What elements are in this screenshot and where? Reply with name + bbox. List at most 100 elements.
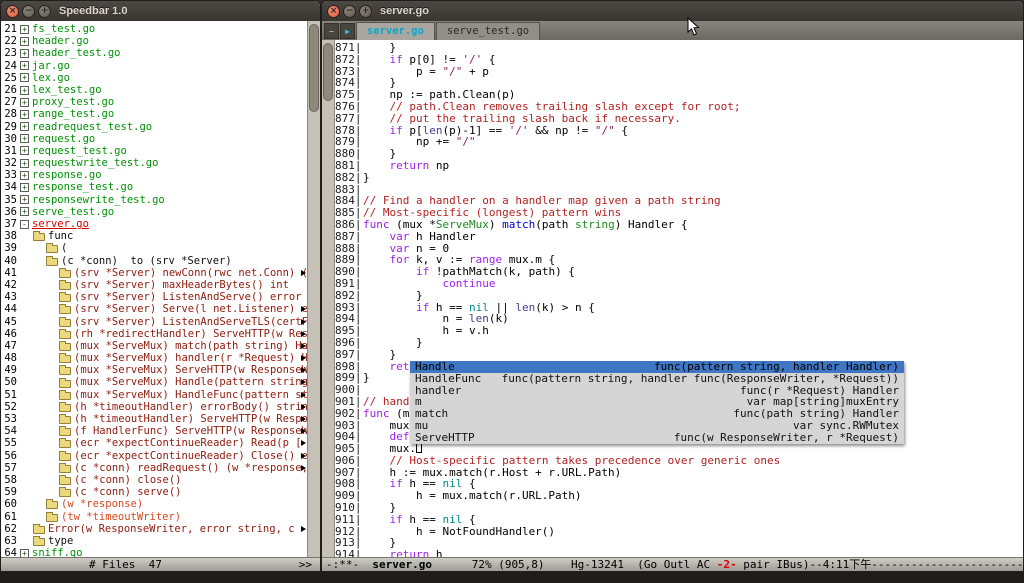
speedbar-item-c-conn-serve[interactable]: 59(c *conn) serve() <box>1 486 307 498</box>
folder-icon[interactable] <box>59 380 71 388</box>
autocomplete-item-mu[interactable]: muvar sync.RWMutex <box>410 420 904 432</box>
item-label[interactable]: (c *conn) to (srv *Server) <box>61 255 232 267</box>
expand-icon[interactable]: + <box>20 49 29 58</box>
item-label[interactable]: (tw *timeoutWriter) <box>61 511 181 523</box>
speedbar-item-srv-Server-maxHeaderBytes-in[interactable]: 42(srv *Server) maxHeaderBytes() int <box>1 279 307 291</box>
collapse-icon[interactable]: - <box>20 220 29 229</box>
speedbar-item-h-timeoutHandler-ServeHTTP-w[interactable]: 53(h *timeoutHandler) ServeHTTP(w Respo <box>1 413 307 425</box>
speedbar-item-ecr-expectContinueReader-Clo[interactable]: 56(ecr *expectContinueReader) Close() e <box>1 450 307 462</box>
folder-icon[interactable] <box>59 453 71 461</box>
speedbar-item-requestwrite_test.go[interactable]: 32+requestwrite_test.go <box>1 157 307 169</box>
folder-icon[interactable] <box>59 367 71 375</box>
item-label[interactable]: (mux *ServeMux) match(path string) Ha <box>74 340 307 352</box>
speedbar-item-c-conn-close[interactable]: 58(c *conn) close() <box>1 474 307 486</box>
folder-icon[interactable] <box>59 465 71 473</box>
code-line-891[interactable]: 891| continue <box>335 278 1023 290</box>
speedbar-item-w-response[interactable]: 60(w *response) <box>1 498 307 510</box>
speedbar-item-Error-w-ResponseWriter-error[interactable]: 62Error(w ResponseWriter, error string, … <box>1 523 307 535</box>
code-line-896[interactable]: 896| } <box>335 337 1023 349</box>
tab-server-go[interactable]: server.go <box>356 22 435 40</box>
speedbar-item-serve_test.go[interactable]: 36+serve_test.go <box>1 206 307 218</box>
folder-icon[interactable] <box>46 258 58 266</box>
folder-icon[interactable] <box>59 404 71 412</box>
speedbar-item-rh-redirectHandler-ServeHTTP[interactable]: 46(rh *redirectHandler) ServeHTTP(w Res <box>1 328 307 340</box>
speedbar-scrollbar[interactable] <box>307 21 320 557</box>
folder-icon[interactable] <box>59 270 71 278</box>
item-label[interactable]: fs_test.go <box>32 23 95 35</box>
speedbar-item-type[interactable]: 63type <box>1 535 307 547</box>
code-line-882[interactable]: 882|} <box>335 172 1023 184</box>
folder-icon[interactable] <box>59 440 71 448</box>
speedbar-item-srv-Server-Serve-l-net.Liste[interactable]: 44(srv *Server) Serve(l net.Listener) e <box>1 303 307 315</box>
speedbar-item-mux-ServeMux-match-path-stri[interactable]: 47(mux *ServeMux) match(path string) Ha <box>1 340 307 352</box>
folder-icon[interactable] <box>46 514 58 522</box>
folder-icon[interactable] <box>59 355 71 363</box>
expand-icon[interactable]: + <box>20 98 29 107</box>
folder-icon[interactable] <box>59 294 71 302</box>
speedbar-titlebar[interactable]: ×−+ Speedbar 1.0 <box>1 1 320 21</box>
speedbar-item-srv-Server-ListenAndServe-er[interactable]: 43(srv *Server) ListenAndServe() error <box>1 291 307 303</box>
speedbar-item-ecr-expectContinueReader-Rea[interactable]: 55(ecr *expectContinueReader) Read(p [ <box>1 437 307 449</box>
item-label[interactable]: lex.go <box>32 72 70 84</box>
speedbar-scrollbar-thumb[interactable] <box>309 24 319 112</box>
code-line-873[interactable]: 873| p = "/" + p <box>335 66 1023 78</box>
folder-icon[interactable] <box>59 319 71 327</box>
item-label[interactable]: (mux *ServeMux) HandleFunc(pattern st <box>74 389 307 401</box>
speedbar-item-mux-ServeMux-handler-r-Reque[interactable]: 48(mux *ServeMux) handler(r *Request) H <box>1 352 307 364</box>
autocomplete-item-HandleFunc[interactable]: HandleFuncfunc(pattern string, handler f… <box>410 373 904 385</box>
close-button[interactable]: × <box>327 5 340 18</box>
item-label[interactable]: request_test.go <box>32 145 127 157</box>
speedbar-item-readrequest_test.go[interactable]: 29+readrequest_test.go <box>1 121 307 133</box>
expand-icon[interactable]: + <box>20 207 29 216</box>
item-label[interactable]: header_test.go <box>32 47 121 59</box>
item-label[interactable]: ( <box>61 242 67 254</box>
speedbar-item-range_test.go[interactable]: 28+range_test.go <box>1 108 307 120</box>
item-label[interactable]: (ecr *expectContinueReader) Close() e <box>74 450 307 462</box>
item-label[interactable]: (mux *ServeMux) handler(r *Request) H <box>74 352 307 364</box>
code-line-879[interactable]: 879| np += "/" <box>335 136 1023 148</box>
speedbar-item-jar.go[interactable]: 24+jar.go <box>1 60 307 72</box>
item-label[interactable]: (srv *Server) Serve(l net.Listener) e <box>74 303 307 315</box>
item-label[interactable]: range_test.go <box>32 108 114 120</box>
item-label[interactable]: server.go <box>32 218 89 230</box>
item-label[interactable]: (h *timeoutHandler) errorBody() strin <box>74 401 307 413</box>
expand-icon[interactable]: + <box>20 73 29 82</box>
item-label[interactable]: (c *conn) readRequest() (w *response, <box>74 462 307 474</box>
folder-icon[interactable] <box>59 282 71 290</box>
item-label[interactable]: readrequest_test.go <box>32 121 152 133</box>
speedbar-item-h-timeoutHandler-errorBody-s[interactable]: 52(h *timeoutHandler) errorBody() strin <box>1 401 307 413</box>
code-line-881[interactable]: 881| return np <box>335 160 1023 172</box>
folder-icon[interactable] <box>59 489 71 497</box>
expand-icon[interactable]: + <box>20 86 29 95</box>
expand-icon[interactable]: + <box>20 159 29 168</box>
item-label[interactable]: request.go <box>32 133 95 145</box>
speedbar-item-mux-ServeMux-Handle-pattern-[interactable]: 50(mux *ServeMux) Handle(pattern string <box>1 376 307 388</box>
speedbar-item-lex.go[interactable]: 25+lex.go <box>1 72 307 84</box>
expand-icon[interactable]: + <box>20 122 29 131</box>
speedbar-item-response_test.go[interactable]: 34+response_test.go <box>1 181 307 193</box>
item-label[interactable]: requestwrite_test.go <box>32 157 158 169</box>
item-label[interactable]: (srv *Server) maxHeaderBytes() int <box>74 279 289 291</box>
folder-icon[interactable] <box>59 343 71 351</box>
code-buffer[interactable]: 871| }872| if p[0] != '/' {873| p = "/" … <box>335 40 1023 557</box>
item-label[interactable]: (ecr *expectContinueReader) Read(p [ <box>74 437 302 449</box>
speedbar-item-response.go[interactable]: 33+response.go <box>1 169 307 181</box>
item-label[interactable]: (srv *Server) ListenAndServe() error <box>74 291 302 303</box>
folder-icon[interactable] <box>46 245 58 253</box>
item-label[interactable]: serve_test.go <box>32 206 114 218</box>
speedbar-item-f-HandlerFunc-ServeHTTP-w-Re[interactable]: 54(f HandlerFunc) ServeHTTP(w ResponseW <box>1 425 307 437</box>
expand-icon[interactable]: + <box>20 37 29 46</box>
item-label[interactable]: proxy_test.go <box>32 96 114 108</box>
folder-icon[interactable] <box>33 233 45 241</box>
item-label[interactable]: func <box>48 230 73 242</box>
item-label[interactable]: lex_test.go <box>32 84 102 96</box>
tab-serve-test-go[interactable]: serve_test.go <box>436 22 540 40</box>
item-label[interactable]: (srv *Server) ListenAndServeTLS(certF <box>74 316 307 328</box>
speedbar-item-mux-ServeMux-ServeHTTP-w-Res[interactable]: 49(mux *ServeMux) ServeHTTP(w ResponseW <box>1 364 307 376</box>
speedbar-item-func[interactable]: 38func <box>1 230 307 242</box>
editor-scrollbar[interactable] <box>322 40 335 557</box>
speedbar-item-server.go[interactable]: 37-server.go <box>1 218 307 230</box>
speedbar-item-tw-timeoutWriter[interactable]: 61(tw *timeoutWriter) <box>1 511 307 523</box>
speedbar-item-c-conn-to-srv-Server[interactable]: 40(c *conn) to (srv *Server) <box>1 255 307 267</box>
speedbar-item-header_test.go[interactable]: 23+header_test.go <box>1 47 307 59</box>
